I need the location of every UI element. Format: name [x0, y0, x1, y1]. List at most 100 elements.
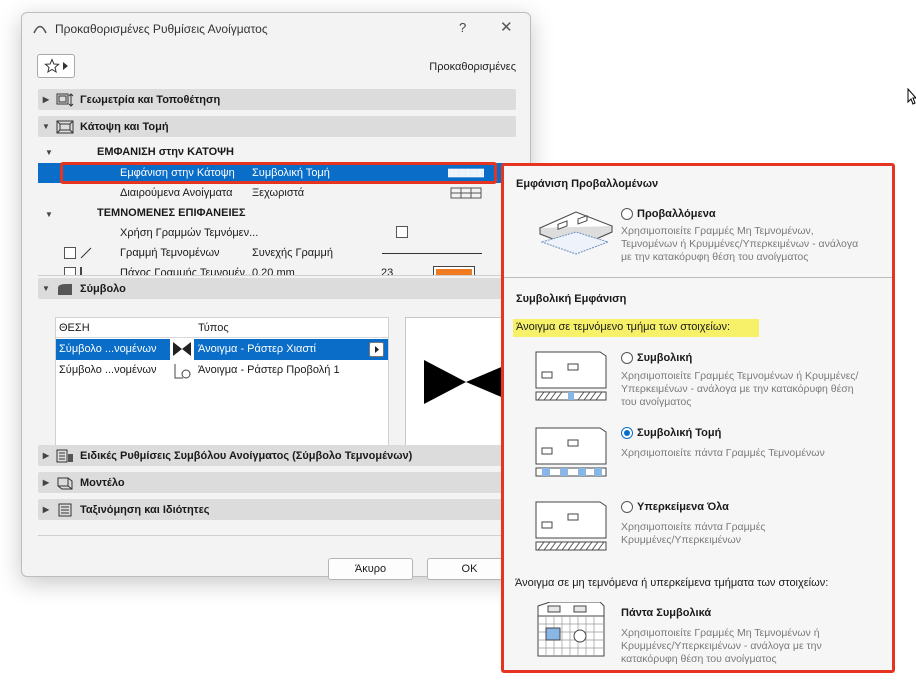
expand-arrow-icon: ▶: [42, 451, 50, 460]
noncut-header: Άνοιγμα σε μη τεμνόμενα ή υπερκείμενα τμ…: [515, 577, 829, 589]
highlight-outline: [60, 162, 497, 184]
panel-symbol-label: Σύμβολο: [80, 282, 126, 295]
row-cut-line-pen[interactable]: Πάχος Γραμμής Τεμνομέν... 0.20 mm 23: [38, 263, 508, 275]
cancel-button[interactable]: Άκυρο: [328, 558, 413, 580]
row-position: Σύμβολο ...νομένων: [59, 364, 157, 376]
row-name: Πάχος Γραμμής Τεμνομέν...: [120, 267, 255, 275]
overhead-illustration: [535, 501, 607, 551]
expand-arrow-icon: ▶: [42, 478, 50, 487]
title-bar: Προκαθορισμένες Ρυθμίσεις Ανοίγματος ? ✕: [22, 13, 530, 45]
expand-arrow-icon: ▶: [42, 95, 50, 104]
always-symbolic-title: Πάντα Συμβολικά: [621, 607, 712, 619]
symbolic-radio[interactable]: [621, 352, 633, 364]
row-type: Άνοιγμα - Ράστερ Προβολή 1: [198, 364, 340, 376]
collapse-arrow-icon: ▼: [42, 284, 50, 293]
projected-option-title[interactable]: Προβαλλόμενα: [637, 208, 716, 220]
always-symbolic-desc: Χρησιμοποιείτε Γραμμές Μη Τεμνομένων ή Κ…: [621, 627, 822, 665]
divider: [38, 535, 516, 536]
row-type: Άνοιγμα - Ράστερ Χιαστί: [198, 343, 316, 355]
pen-icon: [80, 267, 88, 275]
projected-option-desc: Χρησιμοποιείτε Γραμμές Μη Τεμνομένων, Τε…: [621, 225, 859, 263]
floor-plan-icon: [56, 120, 74, 133]
row-name: Γραμμή Τεμνομένων: [120, 247, 220, 259]
solid-line-preview: [382, 253, 482, 254]
row-cut-line[interactable]: Γραμμή Τεμνομένων Συνεχής Γραμμή: [38, 243, 508, 263]
divided-preview-icon: [450, 187, 482, 199]
row-name: Διαιρούμενα Ανοίγματα: [120, 187, 233, 199]
symbolic-option-desc: Χρησιμοποιείτε Γραμμές Τεμνομένων ή Κρυμ…: [621, 370, 859, 408]
collapse-arrow-icon: ▼: [42, 122, 50, 131]
row-checkbox[interactable]: [64, 247, 76, 259]
row-value: Συνεχής Γραμμή: [252, 247, 333, 259]
highlighted-note: Άνοιγμα σε τεμνόμενο τμήμα των στοιχείων…: [513, 319, 759, 337]
triangle-right-icon: [375, 346, 379, 353]
symbolic-cut-illustration: [535, 427, 607, 477]
symbol-icon: [58, 283, 72, 295]
row-use-cut-lines[interactable]: Χρήση Γραμμών Τεμνόμεν...: [38, 223, 508, 243]
projected-header: Εμφάνιση Προβαλλομένων: [516, 178, 659, 190]
overhead-option-title[interactable]: Υπερκείμενα Όλα: [637, 501, 729, 513]
model-icon: [57, 477, 73, 489]
panel-geometry-label: Γεωμετρία και Τοποθέτηση: [80, 93, 221, 106]
group-plan-display: ΕΜΦΑΝΙΣΗ στην ΚΑΤΟΨΗ: [97, 146, 235, 158]
plan-display-popup: Εμφάνιση Προβαλλομένων Προβαλλόμενα Χρησ…: [501, 163, 895, 673]
opening-settings-dialog: Προκαθορισμένες Ρυθμίσεις Ανοίγματος ? ✕…: [21, 12, 531, 580]
panel-plan-section[interactable]: ▼ Κάτοψη και Τομή: [38, 116, 516, 137]
archicad-icon: [33, 25, 47, 34]
row-name: Χρήση Γραμμών Τεμνόμεν...: [120, 227, 259, 239]
table-row[interactable]: Σύμβολο ...νομένων Άνοιγμα - Ράστερ Χιασ…: [56, 339, 388, 360]
symbolic-header: Συμβολική Εμφάνιση: [516, 293, 627, 305]
hatch-cross-icon: [170, 339, 194, 360]
symbolic-cut-radio[interactable]: [621, 427, 633, 439]
symbolic-illustration: [535, 351, 607, 401]
panel-special-settings[interactable]: ▶ Ειδικές Ρυθμίσεις Συμβόλου Ανοίγματος …: [38, 445, 516, 466]
symbol-table-header: ΘΕΣΗ Τύπος: [56, 318, 388, 338]
classification-icon: [58, 503, 72, 516]
geometry-icon: [56, 92, 74, 107]
line-type-icon: [80, 247, 92, 259]
overhead-option-desc: Χρησιμοποιείτε πάντα Γραμμές Κρυμμένες/Υ…: [621, 521, 766, 546]
expand-arrow-icon: ▶: [42, 505, 50, 514]
panel-classification-label: Ταξινόμηση και Ιδιότητες: [80, 503, 210, 516]
projected-radio[interactable]: [621, 208, 633, 220]
triangle-right-icon: [63, 62, 68, 70]
panel-model[interactable]: ▶ Μοντέλο: [38, 472, 516, 493]
group-cut-surfaces: ΤΕΜΝΟΜΕΝΕΣ ΕΠΙΦΑΝΕΙΕΣ: [97, 207, 246, 219]
row-checkbox[interactable]: [64, 267, 76, 275]
always-symbolic-illustration: [537, 602, 605, 657]
favorites-button[interactable]: [37, 54, 75, 78]
panel-symbol[interactable]: ▼ Σύμβολο: [38, 278, 516, 299]
mouse-cursor-icon: [907, 88, 916, 105]
ok-button[interactable]: OK: [427, 558, 512, 580]
help-button[interactable]: ?: [459, 20, 466, 35]
column-position: ΘΕΣΗ: [59, 322, 90, 334]
panel-classification[interactable]: ▶ Ταξινόμηση και Ιδιότητες: [38, 499, 516, 520]
divider: [38, 275, 508, 276]
close-button[interactable]: ✕: [500, 18, 513, 36]
star-icon: [44, 58, 60, 74]
column-type: Τύπος: [198, 322, 229, 334]
symbolic-cut-option-desc: Χρησιμοποιείτε πάντα Γραμμές Τεμνομένων: [621, 447, 825, 459]
row-value: Ξεχωριστά: [252, 187, 305, 199]
row-popup-button[interactable]: [369, 342, 384, 357]
divider: [504, 277, 892, 278]
panel-model-label: Μοντέλο: [80, 476, 125, 489]
preset-label: Προκαθορισμένες: [429, 61, 516, 73]
projected-illustration: [538, 211, 614, 255]
pen-color-swatch[interactable]: [433, 266, 475, 275]
symbolic-option-title[interactable]: Συμβολική: [637, 352, 692, 364]
overhead-radio[interactable]: [621, 501, 633, 513]
symbolic-cut-option-title[interactable]: Συμβολική Τομή: [637, 427, 721, 439]
table-row[interactable]: Σύμβολο ...νομένων Άνοιγμα - Ράστερ Προβ…: [56, 360, 388, 381]
row-position: Σύμβολο ...νομένων: [59, 343, 157, 355]
special-settings-icon: [56, 449, 73, 462]
panel-geometry[interactable]: ▶ Γεωμετρία και Τοποθέτηση: [38, 89, 516, 110]
group-collapse-icon[interactable]: ▼: [45, 148, 53, 157]
row-divided-openings[interactable]: Διαιρούμενα Ανοίγματα Ξεχωριστά: [38, 183, 508, 203]
projection-symbol-icon: [174, 364, 191, 379]
panel-plan-section-label: Κάτοψη και Τομή: [80, 120, 169, 133]
use-cut-lines-checkbox[interactable]: [396, 226, 408, 238]
group-collapse-icon[interactable]: ▼: [45, 210, 53, 219]
row-value: 0.20 mm: [252, 267, 295, 275]
symbol-table: ΘΕΣΗ Τύπος Σύμβολο ...νομένων Άνοιγμα - …: [55, 317, 389, 449]
